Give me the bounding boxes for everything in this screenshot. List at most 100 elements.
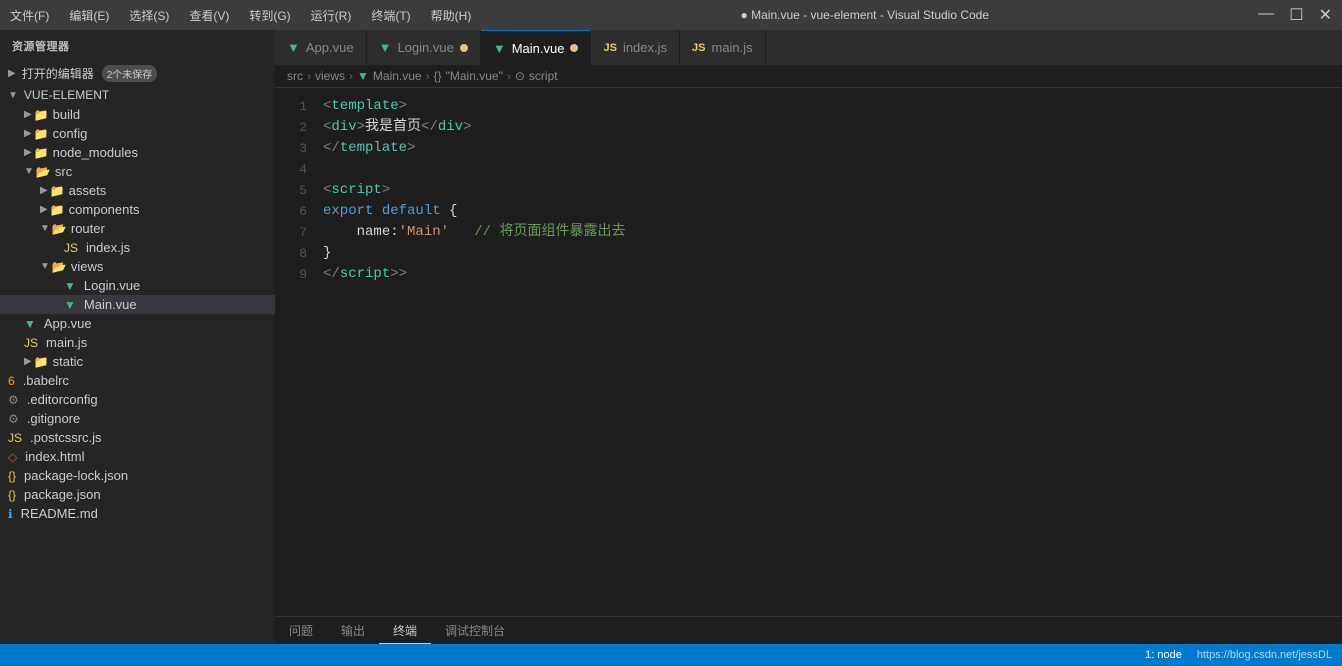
label: Main.vue [84,297,137,312]
chevron-down-icon: ▼ [24,166,34,177]
open-editors-header[interactable]: ▶ 打开的编辑器 2个未保存 [0,62,275,85]
chevron-right-icon: ▶ [24,356,32,367]
tabs-bar: ▼ App.vue ▼ Login.vue ▼ Main.vue JS inde… [275,30,1342,65]
tab-debug-console[interactable]: 调试控制台 [431,618,519,644]
sidebar-item-assets[interactable]: ▶ 📁 assets [0,181,275,200]
menu-file[interactable]: 文件(F) [10,7,49,24]
tab-output[interactable]: 输出 [327,618,379,644]
sidebar-item-main-js[interactable]: JS main.js [0,333,275,352]
sidebar-item-login-vue[interactable]: ▼ Login.vue [0,276,275,295]
line-content: <script> [323,180,1334,201]
titlebar-menus[interactable]: 文件(F) 编辑(E) 选择(S) 查看(V) 转到(G) 运行(R) 终端(T… [10,7,471,24]
label: README.md [21,506,98,521]
sidebar-item-src[interactable]: ▼ 📂 src [0,162,275,181]
tab-index-js[interactable]: JS index.js [591,30,680,65]
line-content: name:'Main' // 将页面组件暴露出去 [323,222,1334,243]
tab-main-vue[interactable]: ▼ Main.vue [481,30,592,65]
minimize-button[interactable]: — [1258,5,1274,25]
sidebar-item-babelrc[interactable]: 6 .babelrc [0,371,275,390]
status-node: 1: node [1145,649,1182,661]
status-link[interactable]: https://blog.csdn.net/jessDL [1197,649,1332,661]
open-editors-badge: 2个未保存 [102,65,158,82]
sidebar-item-package-json[interactable]: {} package.json [0,485,275,504]
sidebar-item-package-lock[interactable]: {} package-lock.json [0,466,275,485]
sidebar-item-readme[interactable]: ℹ README.md [0,504,275,523]
line-number: 4 [283,159,323,180]
status-bar: 1: node https://blog.csdn.net/jessDL [0,644,1342,666]
sidebar-item-components[interactable]: ▶ 📁 components [0,200,275,219]
sidebar-item-app-vue[interactable]: ▼ App.vue [0,314,275,333]
unsaved-indicator [570,44,578,52]
breadcrumb-script[interactable]: script [529,69,558,83]
folder-open-icon: 📂 [52,222,67,236]
sidebar-item-router[interactable]: ▼ 📂 router [0,219,275,238]
chevron-right-icon: ▶ [24,109,32,120]
sidebar-item-build[interactable]: ▶ 📁 build [0,105,275,124]
project-header[interactable]: ▼ VUE-ELEMENT [0,85,275,105]
tab-login-vue[interactable]: ▼ Login.vue [367,30,481,65]
folder-icon: 📁 [34,127,49,141]
folder-icon: 📁 [34,146,49,160]
menu-select[interactable]: 选择(S) [129,7,169,24]
close-button[interactable]: ✕ [1319,5,1332,25]
line-content: <template> [323,96,1334,117]
label: build [53,107,80,122]
menu-goto[interactable]: 转到(G) [249,7,290,24]
label: .babelrc [23,373,69,388]
sidebar-item-editorconfig[interactable]: ⚙ .editorconfig [0,390,275,409]
sidebar-item-index-html[interactable]: ◇ index.html [0,447,275,466]
json-file-icon: {} [8,469,16,483]
sidebar-item-config[interactable]: ▶ 📁 config [0,124,275,143]
bottom-tabs: 问题 输出 终端 调试控制台 [275,618,519,644]
vue-file-icon: ▼ [24,317,36,331]
menu-run[interactable]: 运行(R) [311,7,352,24]
tab-terminal[interactable]: 终端 [379,618,431,644]
window-title: ● Main.vue - vue-element - Visual Studio… [471,8,1258,22]
breadcrumb-file[interactable]: Main.vue [373,69,422,83]
breadcrumb-name[interactable]: "Main.vue" [446,69,503,83]
breadcrumb-sep: › [307,69,311,83]
line-number: 5 [283,180,323,201]
code-line-1: 1 <template> [275,96,1342,117]
sidebar-item-main-vue[interactable]: ▼ Main.vue [0,295,275,314]
line-number: 2 [283,117,323,138]
menu-view[interactable]: 查看(V) [189,7,229,24]
window-controls[interactable]: — ☐ ✕ [1258,5,1332,25]
maximize-button[interactable]: ☐ [1289,5,1303,25]
menu-help[interactable]: 帮助(H) [431,7,472,24]
editor-area: ▼ App.vue ▼ Login.vue ▼ Main.vue JS inde… [275,30,1342,644]
code-line-7: 7 name:'Main' // 将页面组件暴露出去 [275,222,1342,243]
line-number: 1 [283,96,323,117]
breadcrumb-sep: › [426,69,430,83]
line-content: </template> [323,138,1334,159]
label: router [71,221,105,236]
tab-main-js[interactable]: JS main.js [680,30,766,65]
line-number: 7 [283,222,323,243]
line-number: 3 [283,138,323,159]
label: package-lock.json [24,468,128,483]
tab-problems[interactable]: 问题 [275,618,327,644]
folder-icon: 📁 [34,355,49,369]
sidebar-item-views[interactable]: ▼ 📂 views [0,257,275,276]
js-file-icon: JS [8,431,22,445]
folder-open-icon: 📂 [52,260,67,274]
git-file-icon: ⚙ [8,412,19,426]
sidebar-item-node-modules[interactable]: ▶ 📁 node_modules [0,143,275,162]
sidebar-item-static[interactable]: ▶ 📁 static [0,352,275,371]
sidebar-item-router-index[interactable]: JS index.js [0,238,275,257]
code-editor[interactable]: 1 <template> 2 <div>我是首页</div> 3 </templ… [275,88,1342,616]
js-file-icon: JS [24,336,38,350]
breadcrumb-src[interactable]: src [287,69,303,83]
sidebar-item-postcssrc[interactable]: JS .postcssrc.js [0,428,275,447]
sidebar: 资源管理器 ▶ 打开的编辑器 2个未保存 ▼ VUE-ELEMENT ▶ 📁 b… [0,30,275,644]
open-editors-label: 打开的编辑器 [22,65,94,82]
menu-edit[interactable]: 编辑(E) [69,7,109,24]
breadcrumb: src › views › ▼ Main.vue › {} "Main.vue"… [275,65,1342,88]
label: .gitignore [27,411,80,426]
sidebar-item-gitignore[interactable]: ⚙ .gitignore [0,409,275,428]
bottom-panel: 问题 输出 终端 调试控制台 [275,616,1342,644]
menu-terminal[interactable]: 终端(T) [371,7,410,24]
breadcrumb-views[interactable]: views [315,69,345,83]
tab-app-vue[interactable]: ▼ App.vue [275,30,367,65]
folder-icon: 📁 [50,184,65,198]
